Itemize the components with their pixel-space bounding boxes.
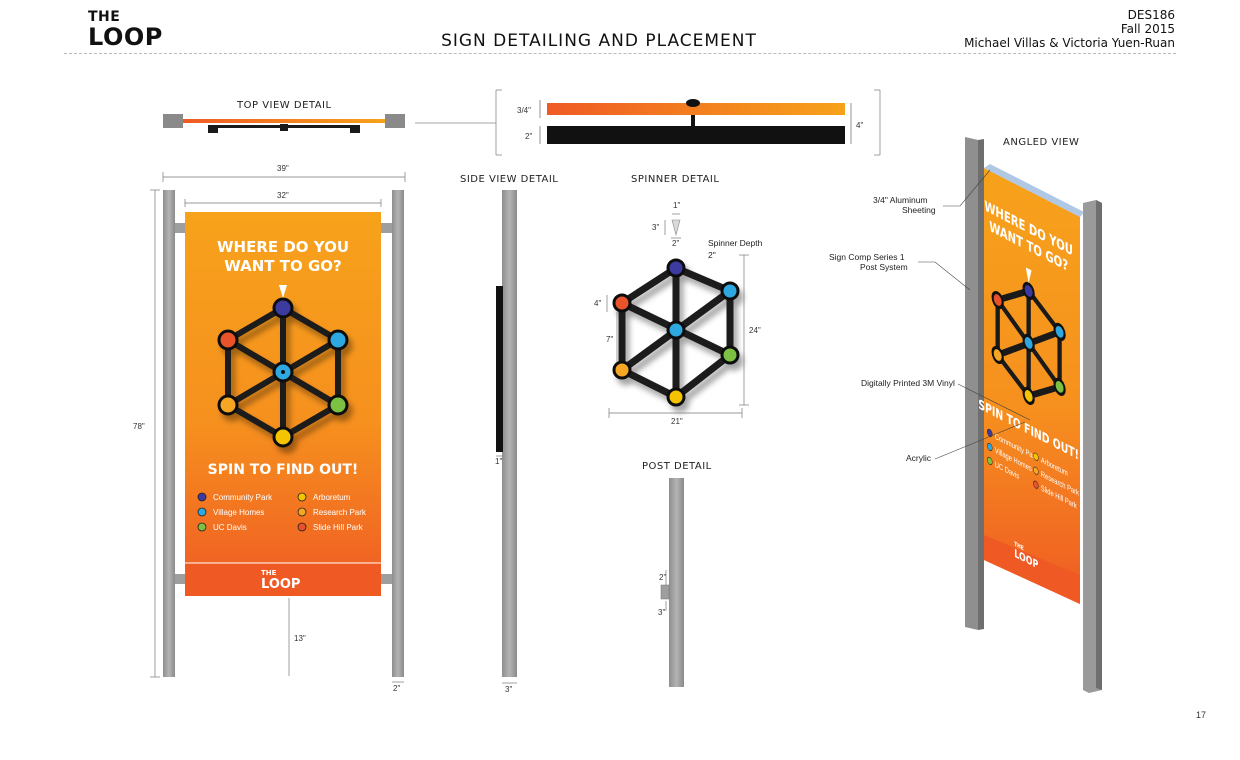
angled-post-left (965, 137, 978, 630)
annotation-postsys-2: Post System (860, 262, 908, 272)
dim-spinner-4: 4" (594, 299, 601, 308)
post-left (163, 190, 175, 677)
top-view-detail: TOP VIEW DETAIL (163, 100, 496, 133)
dim-panel-width: 32" (277, 191, 289, 200)
legend-village-homes: Village Homes (213, 508, 264, 517)
dim-spinner-21: 21" (671, 417, 683, 426)
legend-community-park: Community Park (213, 493, 273, 502)
side-post (502, 190, 517, 677)
post-detail-bracket (660, 584, 670, 600)
angled-view-label: ANGLED VIEW (1003, 137, 1079, 148)
top-post-right (385, 114, 405, 128)
dim-height: 78" (133, 422, 145, 431)
legend-uc-davis: UC Davis (213, 523, 247, 532)
spinner-cube (612, 258, 740, 407)
dim-post-width: 2" (393, 684, 400, 693)
legend-slide-hill-park: Slide Hill Park (313, 523, 364, 532)
legend-research-park: Research Park (313, 508, 367, 517)
side-view-label: SIDE VIEW DETAIL (460, 174, 558, 185)
dim-spinner-2: 2" (672, 239, 679, 248)
sign-headline-2: WANT TO GO? (224, 257, 341, 275)
dim-post-2: 2" (659, 573, 666, 582)
annotation-vinyl: Digitally Printed 3M Vinyl (861, 378, 955, 388)
top-spinner-mount (280, 124, 288, 131)
dim-spinner-24: 24" (749, 326, 761, 335)
front-view: 39" 32" 78" 13" 2" WHERE DO YOU WANT TO … (133, 164, 406, 693)
post-right (392, 190, 404, 677)
post-detail: POST DETAIL 2" 3" (642, 461, 712, 687)
legend-arboretum: Arboretum (313, 493, 351, 502)
dim-spinner-1: 1" (673, 201, 680, 210)
annotation-postsys-1: Sign Comp Series 1 (829, 252, 905, 262)
edge-spinner-cap (686, 99, 700, 107)
dim-spinner-3: 3" (652, 223, 659, 232)
annotation-aluminum-2: Sheeting (902, 205, 936, 215)
dim-post-3: 3" (658, 608, 665, 617)
dim-side-post: 3" (505, 685, 512, 694)
dim-top-face: 3/4" (517, 106, 531, 115)
sign-headline-1: WHERE DO YOU (217, 238, 349, 256)
dim-clearance: 13" (294, 634, 306, 643)
top-view-label: TOP VIEW DETAIL (236, 100, 332, 111)
side-view-detail: SIDE VIEW DETAIL 1" 3" (460, 174, 558, 694)
dim-top-back: 2" (525, 132, 532, 141)
annotation-aluminum-1: 3/4" Aluminum (873, 195, 928, 205)
dim-side-panel: 1" (495, 457, 502, 466)
spinner-detail-label: SPINNER DETAIL (631, 174, 719, 185)
dim-spinner-depth: 2" (708, 250, 716, 260)
top-face-strip (183, 119, 385, 123)
post-detail-post (669, 478, 684, 687)
sign-cta: SPIN TO FIND OUT! (208, 462, 359, 478)
dim-overall-width: 39" (277, 164, 289, 173)
angled-view: ANGLED VIEW WHERE DO YOU WANT TO GO? SPI… (829, 137, 1102, 693)
dim-top-total: 4" (856, 121, 863, 130)
spinner-pointer-detail (671, 219, 681, 237)
top-post-left (163, 114, 183, 128)
annotation-acrylic: Acrylic (906, 453, 932, 463)
spinner-detail: SPINNER DETAIL 1" 3" 2" Spinner Depth 2" (594, 174, 763, 426)
edge-back-panel (547, 126, 845, 144)
sign-footer-the: THE (261, 569, 277, 577)
spinner-depth-label: Spinner Depth (708, 238, 763, 248)
sign-footer-loop: LOOP (261, 577, 300, 592)
dim-spinner-7: 7" (606, 335, 613, 344)
drawing-canvas: TOP VIEW DETAIL 3/4" 2" 4" 39" 32" 78" 1… (133, 89, 1102, 694)
edge-section-detail: 3/4" 2" 4" (495, 89, 881, 156)
post-detail-label: POST DETAIL (642, 461, 712, 472)
side-panel (496, 286, 503, 452)
